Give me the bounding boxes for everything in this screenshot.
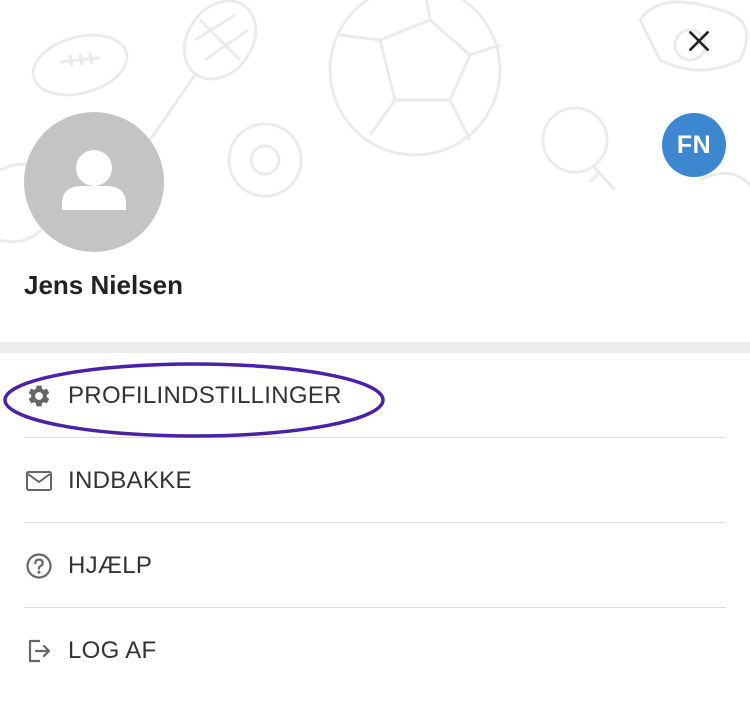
account-menu: PROFILINDSTILLINGER INDBAKKE HJÆLP LOG A…	[0, 353, 750, 693]
menu-item-help[interactable]: HJÆLP	[0, 523, 750, 608]
menu-item-profile-settings[interactable]: PROFILINDSTILLINGER	[0, 353, 750, 438]
section-divider	[0, 342, 750, 353]
initials-badge[interactable]: FN	[662, 113, 726, 177]
menu-item-label: LOG AF	[68, 636, 157, 664]
person-icon	[62, 150, 126, 210]
gear-icon	[24, 381, 54, 411]
menu-item-inbox[interactable]: INDBAKKE	[0, 438, 750, 523]
menu-item-label: PROFILINDSTILLINGER	[68, 381, 342, 409]
help-icon	[24, 551, 54, 581]
mail-icon	[24, 466, 54, 496]
menu-item-label: HJÆLP	[68, 551, 153, 579]
menu-item-logout[interactable]: LOG AF	[0, 608, 750, 693]
avatar[interactable]	[24, 112, 164, 252]
close-button[interactable]	[680, 22, 718, 60]
menu-item-label: INDBAKKE	[68, 466, 192, 494]
user-name: Jens Nielsen	[24, 270, 183, 300]
close-icon	[689, 31, 709, 51]
logout-icon	[24, 636, 54, 666]
